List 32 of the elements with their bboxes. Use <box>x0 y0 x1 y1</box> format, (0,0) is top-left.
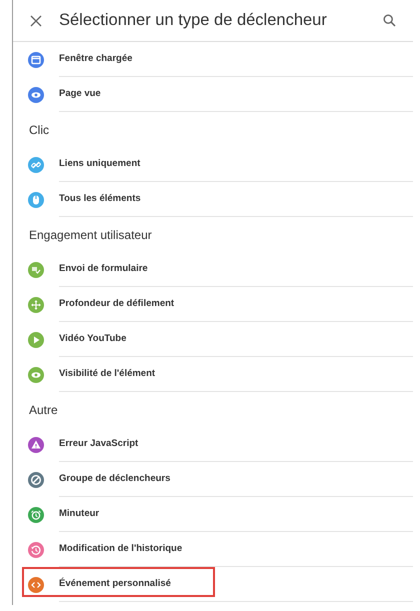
trigger-type-item[interactable]: Fenêtre chargée <box>13 42 413 77</box>
section-heading: Autre <box>29 402 58 418</box>
dialog-title: Sélectionner un type de déclencheur <box>59 10 327 32</box>
trigger-type-item[interactable]: Vidéo YouTube <box>13 322 413 357</box>
item-label: Vidéo YouTube <box>59 332 126 346</box>
trigger-type-item[interactable]: Erreur JavaScript <box>13 427 413 462</box>
trigger-type-item[interactable]: Minuteur <box>13 497 413 532</box>
trigger-type-item[interactable]: Profondeur de défilement <box>13 287 413 322</box>
item-label: Erreur JavaScript <box>59 436 138 451</box>
item-label: Visibilité de l'élément <box>59 366 156 381</box>
trigger-type-item[interactable]: Événement personnalisé <box>13 567 413 602</box>
item-label: Minuteur <box>59 506 100 521</box>
item-label: Tous les éléments <box>59 192 141 206</box>
search-icon[interactable] <box>383 14 396 27</box>
trigger-type-item[interactable]: Liens uniquement <box>13 147 413 182</box>
item-label: Profondeur de défilement <box>59 296 174 311</box>
item-label: Page vue <box>59 86 101 101</box>
item-label: Événement personnalisé <box>59 576 171 591</box>
trigger-type-item[interactable]: Visibilité de l'élément <box>13 357 413 392</box>
item-label: Envoi de formulaire <box>59 262 148 276</box>
item-label: Fenêtre chargée <box>59 52 132 66</box>
trigger-type-item[interactable]: Envoi de formulaire <box>13 252 413 287</box>
trigger-type-item[interactable]: Groupe de déclencheurs <box>13 462 413 497</box>
item-label: Liens uniquement <box>59 156 140 171</box>
trigger-type-item[interactable]: Modification de l'historique <box>13 532 413 567</box>
item-label: Groupe de déclencheurs <box>59 472 170 486</box>
close-icon[interactable] <box>30 14 42 26</box>
trigger-type-item[interactable]: Tous les éléments <box>13 182 413 217</box>
item-label: Modification de l'historique <box>59 542 182 556</box>
section-heading: Engagement utilisateur <box>29 226 152 244</box>
section-heading: Clic <box>29 122 49 138</box>
trigger-type-item[interactable]: Page vue <box>13 77 413 112</box>
